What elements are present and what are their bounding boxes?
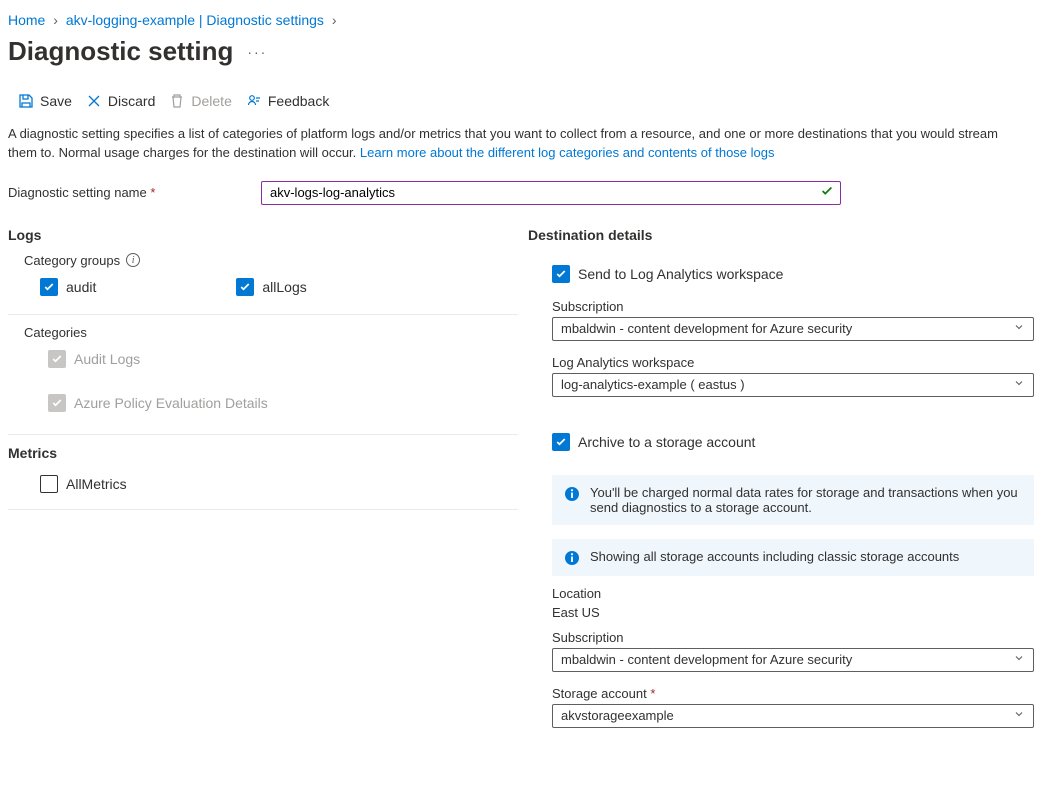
policy-eval-checkbox — [48, 394, 66, 412]
law-workspace-value: log-analytics-example ( eastus ) — [561, 377, 745, 392]
chevron-down-icon — [1013, 652, 1025, 667]
law-workspace-label: Log Analytics workspace — [552, 355, 1034, 370]
chevron-down-icon — [1013, 377, 1025, 392]
save-label: Save — [40, 93, 72, 109]
divider — [8, 509, 518, 510]
discard-label: Discard — [108, 93, 155, 109]
storage-charge-banner: You'll be charged normal data rates for … — [552, 475, 1034, 525]
subscription-label: Subscription — [552, 299, 1034, 314]
page-title: Diagnostic setting — [8, 36, 233, 67]
allmetrics-label: AllMetrics — [66, 476, 127, 492]
alllogs-label: allLogs — [262, 279, 306, 295]
learn-more-link[interactable]: Learn more about the different log categ… — [360, 145, 775, 160]
breadcrumb-resource[interactable]: akv-logging-example | Diagnostic setting… — [66, 12, 324, 28]
info-icon — [564, 550, 580, 566]
audit-logs-checkbox — [48, 350, 66, 368]
subscription2-value: mbaldwin - content development for Azure… — [561, 652, 852, 667]
policy-eval-label: Azure Policy Evaluation Details — [74, 395, 268, 411]
policy-eval-row: Azure Policy Evaluation Details — [8, 390, 518, 416]
trash-icon — [169, 93, 185, 109]
audit-logs-row: Audit Logs — [8, 346, 518, 372]
audit-logs-label: Audit Logs — [74, 351, 140, 367]
subscription2-select[interactable]: mbaldwin - content development for Azure… — [552, 648, 1034, 672]
valid-check-icon — [820, 184, 834, 201]
chevron-down-icon — [1013, 708, 1025, 723]
categories-label: Categories — [8, 325, 518, 340]
breadcrumb: Home › akv-logging-example | Diagnostic … — [8, 8, 1034, 30]
delete-button: Delete — [169, 93, 231, 109]
subscription-select[interactable]: mbaldwin - content development for Azure… — [552, 317, 1034, 341]
divider — [8, 434, 518, 435]
feedback-label: Feedback — [268, 93, 329, 109]
destination-heading: Destination details — [528, 227, 1034, 243]
allmetrics-row: AllMetrics — [8, 471, 518, 497]
audit-checkbox[interactable] — [40, 278, 58, 296]
allmetrics-checkbox[interactable] — [40, 475, 58, 493]
subscription-value: mbaldwin - content development for Azure… — [561, 321, 852, 336]
location-value: East US — [552, 605, 1034, 620]
location-label: Location — [552, 586, 1034, 601]
audit-checkbox-row: audit — [40, 274, 96, 300]
law-checkbox-label: Send to Log Analytics workspace — [578, 266, 783, 282]
command-bar: Save Discard Delete Feedback — [8, 87, 1034, 121]
storage-checkbox[interactable] — [552, 433, 570, 451]
info-icon — [564, 486, 580, 502]
metrics-heading: Metrics — [8, 445, 518, 461]
category-groups-label: Category groups i — [8, 253, 518, 268]
alllogs-checkbox[interactable] — [236, 278, 254, 296]
storage-classic-text: Showing all storage accounts including c… — [590, 549, 959, 564]
close-icon — [86, 93, 102, 109]
chevron-right-icon: › — [328, 12, 341, 28]
storage-account-label: Storage account * — [552, 686, 1034, 701]
more-actions-button[interactable]: ··· — [247, 44, 267, 60]
description-text: A diagnostic setting specifies a list of… — [8, 121, 1008, 171]
storage-account-select[interactable]: akvstorageexample — [552, 704, 1034, 728]
breadcrumb-home[interactable]: Home — [8, 12, 45, 28]
logs-heading: Logs — [8, 227, 518, 243]
chevron-down-icon — [1013, 321, 1025, 336]
delete-label: Delete — [191, 93, 231, 109]
setting-name-input-wrap — [261, 181, 841, 205]
alllogs-checkbox-row: allLogs — [236, 274, 306, 300]
subscription2-label: Subscription — [552, 630, 1034, 645]
divider — [8, 314, 518, 315]
storage-account-value: akvstorageexample — [561, 708, 674, 723]
law-checkbox[interactable] — [552, 265, 570, 283]
save-button[interactable]: Save — [18, 93, 72, 109]
chevron-right-icon: › — [49, 12, 62, 28]
feedback-button[interactable]: Feedback — [246, 93, 329, 109]
feedback-icon — [246, 93, 262, 109]
setting-name-label: Diagnostic setting name * — [8, 185, 253, 200]
discard-button[interactable]: Discard — [86, 93, 155, 109]
storage-checkbox-label: Archive to a storage account — [578, 434, 755, 450]
setting-name-input[interactable] — [268, 184, 820, 201]
storage-classic-banner: Showing all storage accounts including c… — [552, 539, 1034, 576]
info-icon[interactable]: i — [126, 253, 140, 267]
audit-label: audit — [66, 279, 96, 295]
law-workspace-select[interactable]: log-analytics-example ( eastus ) — [552, 373, 1034, 397]
storage-charge-text: You'll be charged normal data rates for … — [590, 485, 1022, 515]
save-icon — [18, 93, 34, 109]
